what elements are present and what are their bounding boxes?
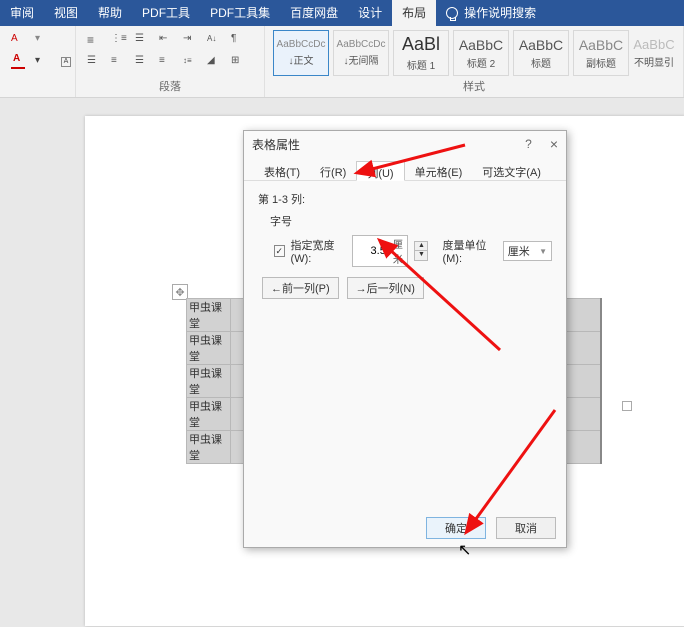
style-sample: AaBbC [459,37,503,53]
decrease-indent-icon[interactable] [156,30,176,50]
strikethrough-icon[interactable] [8,30,28,50]
align-center-icon[interactable] [108,52,128,72]
menu-layout[interactable]: 布局 [392,0,436,26]
style-sample: AaBbC [579,37,623,53]
style-sample: AaBbCcDc [337,39,386,50]
style-label: 不明显引 [634,54,674,69]
font-expand-icon[interactable]: ▾ [32,30,52,50]
menu-pdf-tools[interactable]: PDF工具 [132,0,200,26]
cancel-button[interactable]: 取消 [496,517,556,539]
prev-column-button[interactable]: ←前一列(P) [262,277,339,299]
menu-review[interactable]: 审阅 [0,0,44,26]
table-resize-handle[interactable] [622,401,632,411]
tab-alt-text[interactable]: 可选文字(A) [472,161,551,180]
styles-group: AaBbCcDc ↓正文 AaBbCcDc ↓无间隔 AaBl 标题 1 AaB… [265,26,684,97]
dialog-tabs: 表格(T) 行(R) 列(U) 单元格(E) 可选文字(A) [244,157,566,181]
spinner-up-icon[interactable]: ▲ [415,242,427,251]
style-sample: AaBbCcDc [277,39,326,50]
style-label: 副标题 [586,55,616,70]
numbering-icon[interactable] [108,30,128,50]
specify-width-checkbox[interactable]: ✓ [274,245,285,257]
style-subtitle[interactable]: AaBbC 副标题 [573,30,629,76]
paragraph-group: 段落 [76,26,265,97]
tab-column[interactable]: 列(U) [356,161,404,181]
menu-help[interactable]: 帮助 [88,0,132,26]
dialog-help-button[interactable]: ? [525,137,532,151]
table-cell[interactable]: 甲虫课堂 [187,365,231,398]
dialog-body: 第 1-3 列: 字号 ✓ 指定宽度(W): 厘米 ▲ ▼ 度量单位(M): 厘… [244,181,566,501]
shading-icon[interactable] [204,52,224,72]
specify-width-label: 指定宽度(W): [291,237,346,265]
menu-pdf-toolset[interactable]: PDF工具集 [200,0,280,26]
menu-baidu-netdisk[interactable]: 百度网盘 [280,0,348,26]
style-label: ↓无间隔 [344,52,379,67]
style-label: ↓正文 [289,52,314,67]
font-group: ▾ ▾ A [0,26,76,97]
style-label: 标题 1 [407,57,435,72]
sort-icon[interactable] [204,30,224,50]
increase-indent-icon[interactable] [180,30,200,50]
font-color-icon[interactable] [8,52,28,72]
tab-row[interactable]: 行(R) [310,161,356,180]
style-subtle-emphasis[interactable]: AaBbC 不明显引 [633,30,675,76]
align-justify-icon[interactable] [156,52,176,72]
align-right-icon[interactable] [132,52,152,72]
tell-me-placeholder: 操作说明搜索 [464,0,536,26]
size-section-label: 字号 [270,213,552,229]
show-marks-icon[interactable] [228,30,248,50]
style-no-spacing[interactable]: AaBbCcDc ↓无间隔 [333,30,389,76]
align-left-icon[interactable] [84,52,104,72]
measure-unit-label: 度量单位(M): [442,237,496,265]
column-range-label: 第 1-3 列: [258,191,552,207]
dialog-close-button[interactable]: × [550,136,558,152]
table-properties-dialog: 表格属性 ? × 表格(T) 行(R) 列(U) 单元格(E) 可选文字(A) … [243,130,567,548]
tab-table[interactable]: 表格(T) [254,161,310,180]
bullets-icon[interactable] [84,30,104,50]
measure-unit-select[interactable]: 厘米 ▼ [503,241,552,261]
next-column-button[interactable]: →后一列(N) [347,277,424,299]
styles-group-label: 样式 [273,76,675,97]
style-sample: AaBbC [519,37,563,53]
style-heading1[interactable]: AaBl 标题 1 [393,30,449,76]
width-spinner[interactable]: ▲ ▼ [414,241,428,261]
char-shading-icon[interactable]: A [56,52,76,72]
tell-me-search[interactable]: 操作说明搜索 [436,0,546,26]
style-normal[interactable]: AaBbCcDc ↓正文 [273,30,329,76]
borders-icon[interactable] [228,52,248,72]
lightbulb-icon [446,7,458,19]
paragraph-group-label: 段落 [84,76,256,97]
width-unit-inline: 厘米 [389,236,408,266]
chevron-down-icon: ▼ [539,247,547,256]
menu-view[interactable]: 视图 [44,0,88,26]
style-label: 标题 2 [467,55,495,70]
table-cell[interactable]: 甲虫课堂 [187,299,231,332]
table-cell[interactable]: 甲虫课堂 [187,332,231,365]
highlight-icon[interactable]: ▾ [32,52,52,72]
menu-design[interactable]: 设计 [348,0,392,26]
spinner-down-icon[interactable]: ▼ [415,251,427,260]
table-cell[interactable]: 甲虫课堂 [187,431,231,464]
style-sample: AaBl [402,34,440,55]
measure-unit-value: 厘米 [508,243,530,259]
dialog-titlebar[interactable]: 表格属性 ? × [244,131,566,157]
style-heading2[interactable]: AaBbC 标题 2 [453,30,509,76]
dialog-title: 表格属性 [252,136,300,153]
tab-cell[interactable]: 单元格(E) [405,161,473,180]
multilevel-icon[interactable] [132,30,152,50]
ok-button[interactable]: 确定 [426,517,486,539]
width-input[interactable] [353,241,389,261]
style-sample: AaBbC [633,37,674,52]
font-group-label [8,92,67,97]
style-label: 标题 [531,55,551,70]
app-menubar: 审阅 视图 帮助 PDF工具 PDF工具集 百度网盘 设计 布局 操作说明搜索 [0,0,684,26]
line-spacing-icon[interactable] [180,52,200,72]
table-cell[interactable]: 甲虫课堂 [187,398,231,431]
ribbon: ▾ ▾ A [0,26,684,98]
style-title[interactable]: AaBbC 标题 [513,30,569,76]
